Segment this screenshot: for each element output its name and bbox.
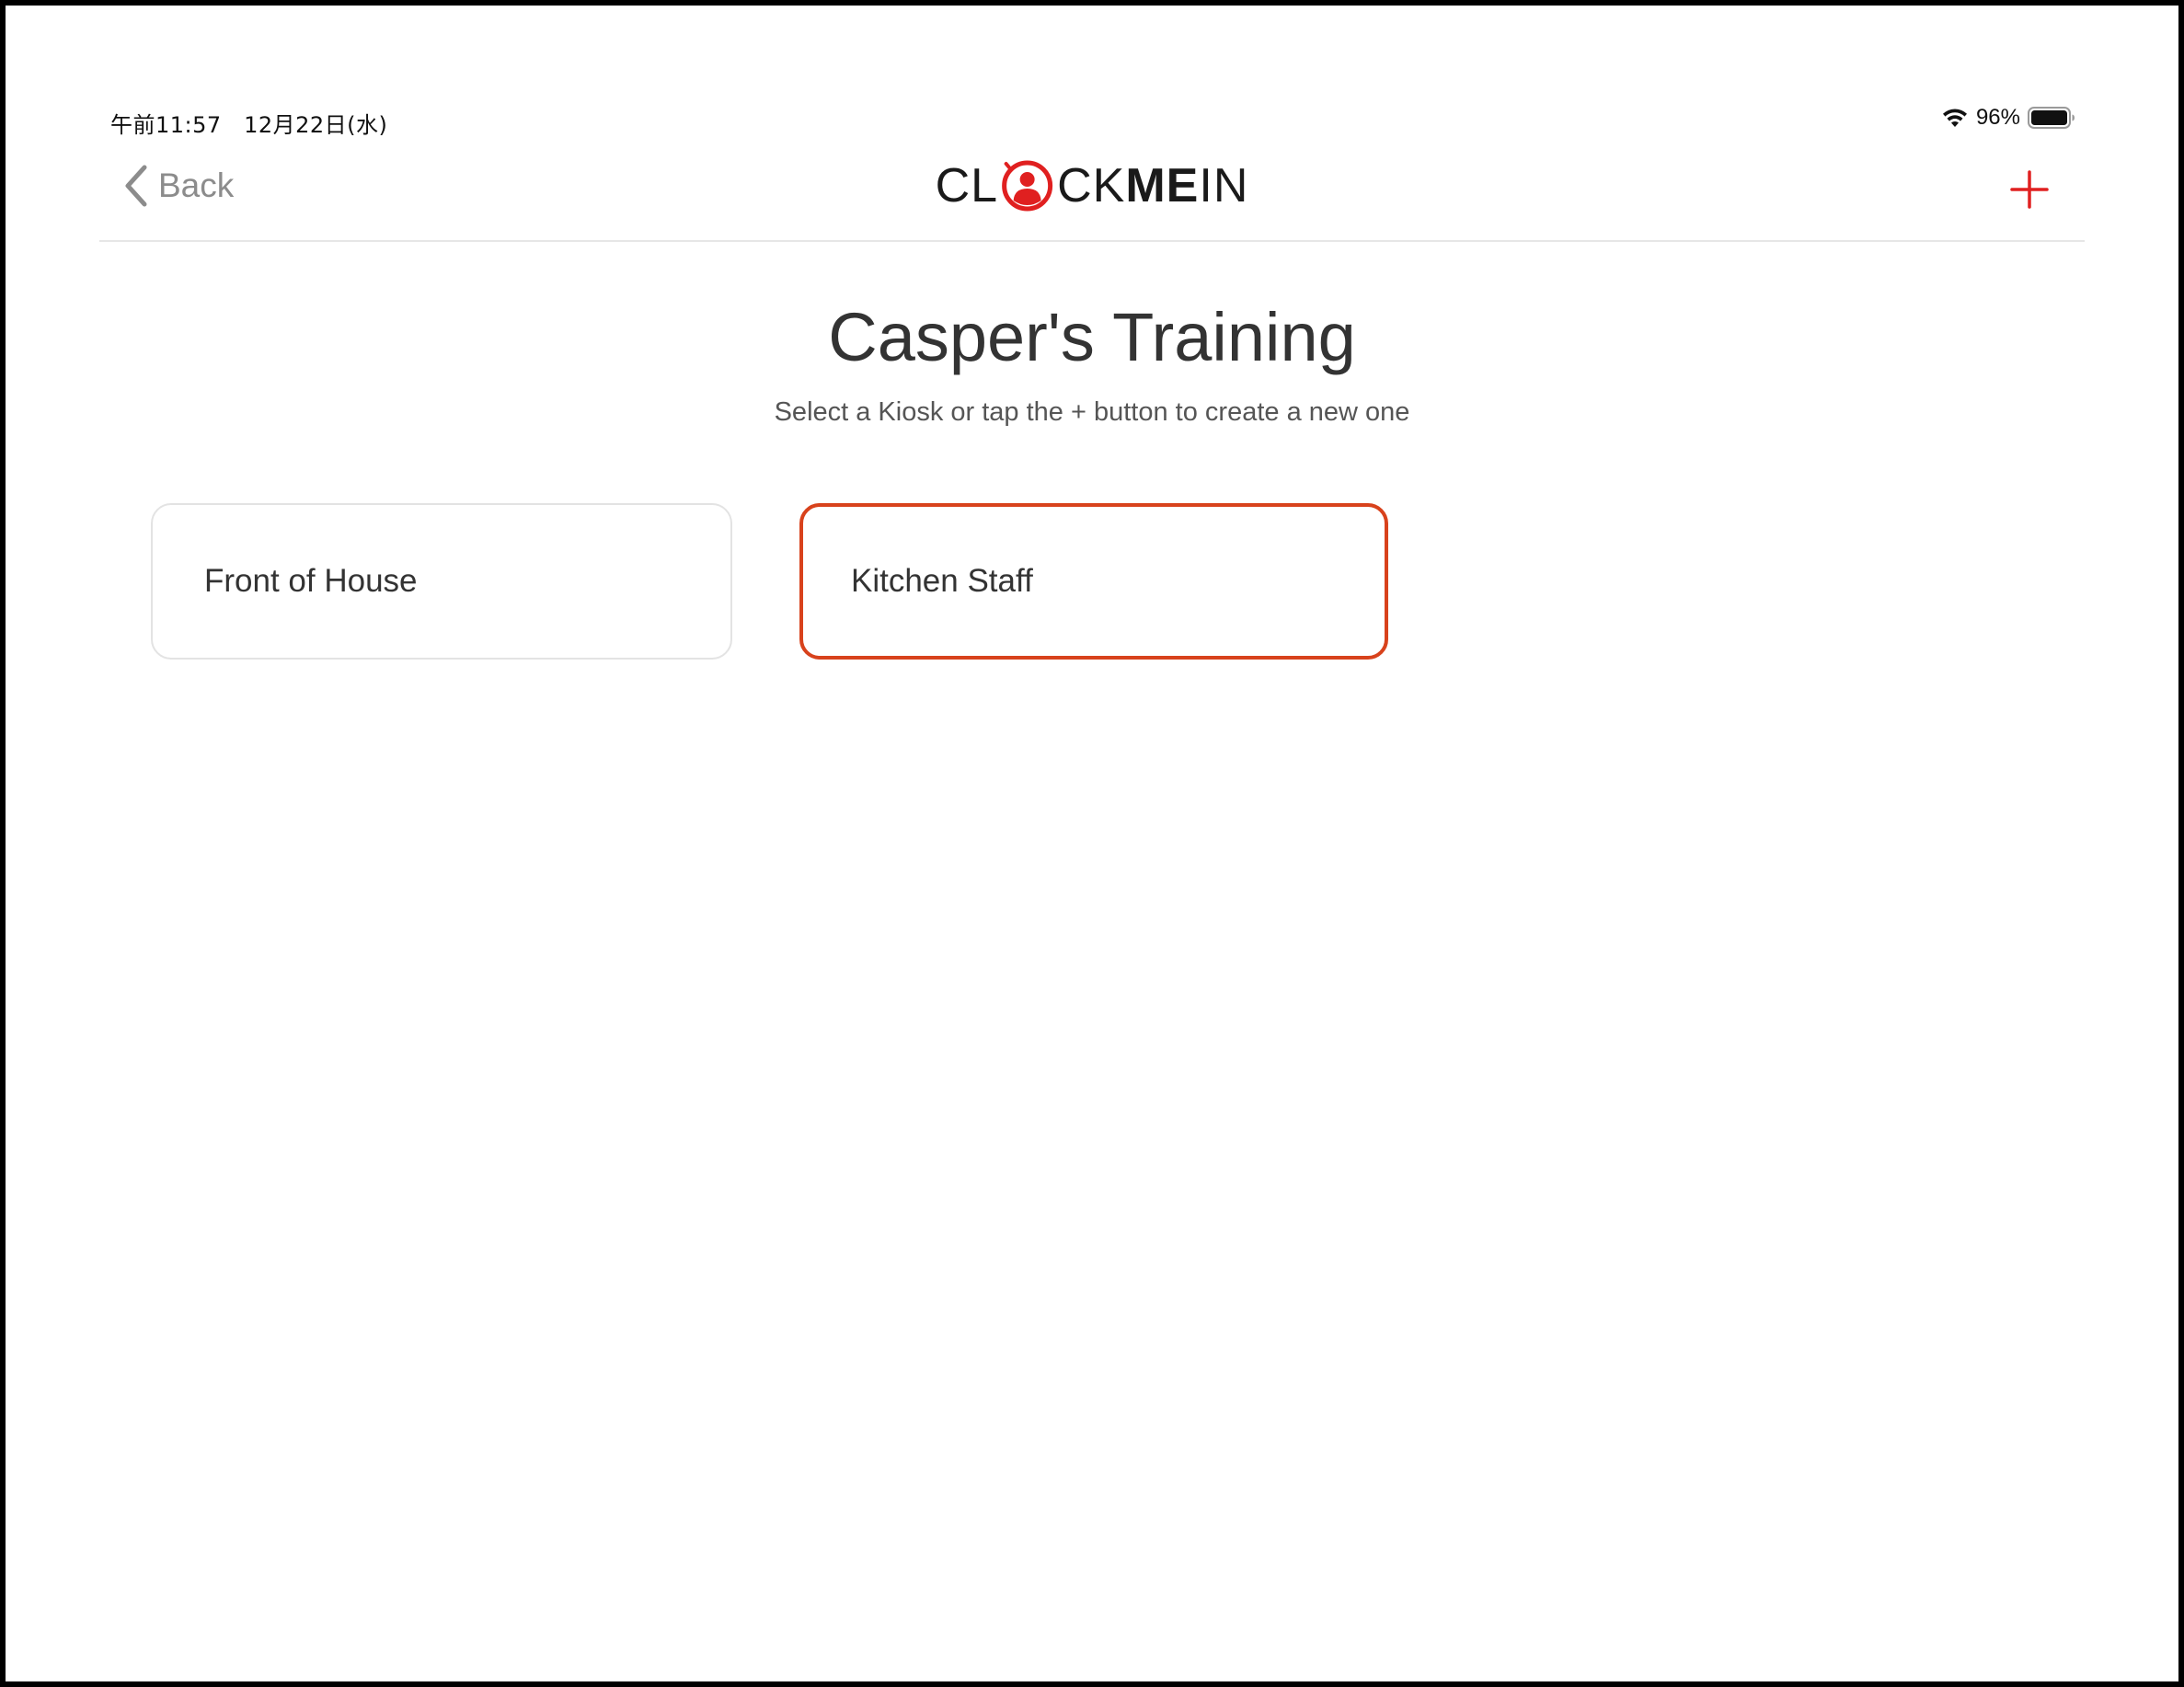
plus-icon [2010, 170, 2049, 209]
status-time-value: 午前11:57 [110, 112, 222, 138]
back-label: Back [158, 166, 235, 204]
battery-percent: 96% [1975, 105, 2020, 130]
status-indicators: 96% [1941, 105, 2075, 131]
app-window: 午前11:57 12月22日(水) 96% Back CL CK ME IN C… [0, 0, 2184, 1687]
logo-text-2: CK [1057, 159, 1126, 212]
clock-person-icon [1002, 160, 1053, 212]
kiosk-card-kitchen-staff[interactable]: Kitchen Staff [799, 503, 1388, 660]
add-kiosk-button[interactable] [2009, 169, 2050, 210]
clockmein-logo: CL CK ME IN [936, 158, 1249, 213]
kiosk-card-label: Front of House [204, 563, 418, 599]
logo-text-3: ME [1125, 159, 1200, 212]
page-title: Casper's Training [828, 299, 1356, 375]
back-button[interactable]: Back [123, 164, 234, 208]
kiosk-card-label: Kitchen Staff [851, 563, 1033, 599]
status-time: 午前11:57 12月22日(水) [110, 107, 387, 139]
chevron-left-icon [125, 165, 147, 207]
kiosk-card-front-of-house[interactable]: Front of House [151, 503, 732, 660]
nav-divider [99, 240, 2085, 242]
wifi-icon [1942, 109, 1967, 127]
battery-icon [2028, 107, 2075, 129]
status-date-value: 12月22日(水) [244, 112, 388, 138]
logo-text-4: IN [1199, 159, 1249, 212]
page-subtitle: Select a Kiosk or tap the + button to cr… [774, 397, 1410, 427]
logo-text-1: CL [935, 159, 999, 212]
